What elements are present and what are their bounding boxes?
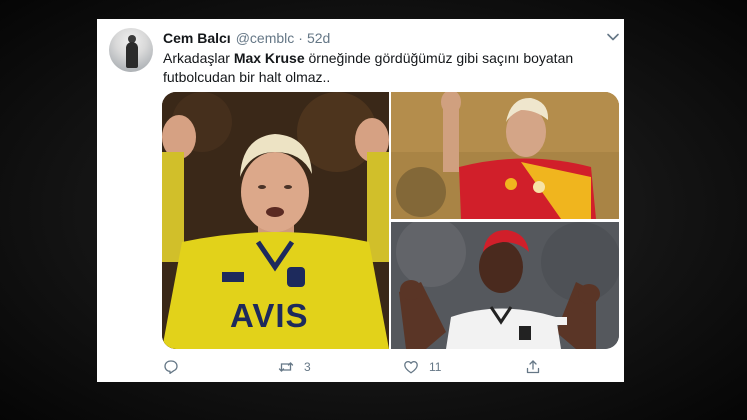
heart-icon xyxy=(404,360,418,374)
share-button[interactable] xyxy=(525,359,541,375)
tweet-time[interactable]: 52d xyxy=(307,30,330,46)
tweet-text-prefix: Arkadaşlar xyxy=(163,50,234,66)
retweet-icon xyxy=(278,362,294,372)
like-count: 11 xyxy=(429,360,442,374)
like-button[interactable]: 11 xyxy=(403,359,441,375)
reply-icon xyxy=(164,360,178,375)
tweet-text-bold: Max Kruse xyxy=(233,50,305,66)
avatar[interactable] xyxy=(109,28,153,72)
photo-bottom-right-art xyxy=(391,222,619,349)
tweet-actions: 3 11 xyxy=(163,359,603,377)
tweet-text: Arkadaşlar Max Kruse örneğinde gördüğümü… xyxy=(163,49,608,87)
avatar-figure xyxy=(126,42,138,68)
tweet-header: Cem Balcı @cemblc · 52d xyxy=(163,29,330,47)
retweet-button[interactable]: 3 xyxy=(278,359,311,375)
photo-top-right[interactable] xyxy=(391,92,619,219)
jersey-sponsor-text: AVIS xyxy=(230,297,309,334)
share-icon xyxy=(526,360,540,374)
reply-button[interactable] xyxy=(163,359,179,375)
media-grid: AVIS xyxy=(162,92,619,349)
retweet-count: 3 xyxy=(304,360,311,374)
photo-bottom-right[interactable] xyxy=(391,222,619,349)
separator-dot: · xyxy=(298,30,303,46)
display-name[interactable]: Cem Balcı xyxy=(163,30,231,46)
photo-main[interactable]: AVIS xyxy=(162,92,389,349)
chevron-down-icon[interactable] xyxy=(606,30,620,44)
tweet-card[interactable]: Cem Balcı @cemblc · 52d Arkadaşlar Max K… xyxy=(97,19,624,382)
photo-top-right-art xyxy=(391,92,619,219)
user-handle[interactable]: @cemblc xyxy=(236,30,295,46)
